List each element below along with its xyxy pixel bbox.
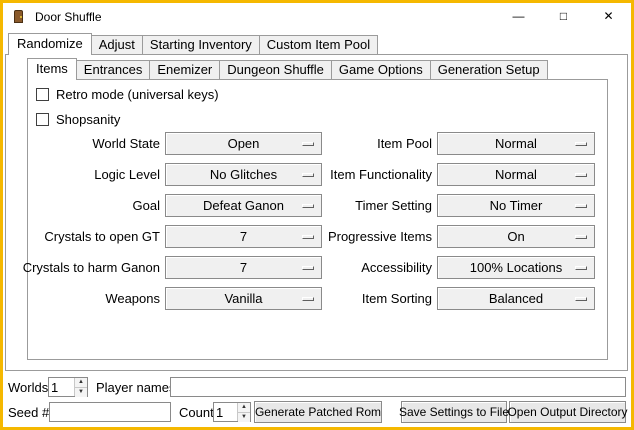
dropdown-indicator-icon: [575, 297, 587, 301]
worlds-spinner: ▲ ▼: [48, 377, 88, 397]
tab-game-options[interactable]: Game Options: [331, 60, 431, 79]
spin-up-icon[interactable]: ▲: [75, 378, 87, 387]
timer-setting-dropdown[interactable]: No Timer: [437, 194, 595, 217]
tab-items[interactable]: Items: [27, 58, 77, 80]
accessibility-label: Accessibility: [291, 260, 432, 275]
weapons-label: Weapons: [13, 291, 160, 306]
checkbox-icon[interactable]: [36, 88, 49, 101]
crystals-harm-ganon-label: Crystals to harm Ganon: [13, 260, 160, 275]
accessibility-dropdown[interactable]: 100% Locations: [437, 256, 595, 279]
spin-up-icon[interactable]: ▲: [238, 403, 250, 412]
dropdown-indicator-icon: [575, 204, 587, 208]
crystals-open-gt-label: Crystals to open GT: [13, 229, 160, 244]
seed-input[interactable]: [49, 402, 171, 422]
item-functionality-dropdown[interactable]: Normal: [437, 163, 595, 186]
dropdown-indicator-icon: [575, 173, 587, 177]
tab-dungeon-shuffle[interactable]: Dungeon Shuffle: [219, 60, 332, 79]
close-button[interactable]: ✕: [586, 3, 631, 30]
checkbox-icon[interactable]: [36, 113, 49, 126]
spin-down-icon[interactable]: ▼: [75, 387, 87, 397]
count-input[interactable]: [214, 403, 237, 421]
worlds-label: Worlds: [8, 380, 48, 395]
item-functionality-label: Item Functionality: [291, 167, 432, 182]
window-controls: — □ ✕: [496, 3, 631, 30]
dropdown-indicator-icon: [575, 142, 587, 146]
minimize-button[interactable]: —: [496, 3, 541, 30]
seed-label: Seed #: [8, 405, 49, 420]
shopsanity-label: Shopsanity: [56, 112, 120, 127]
dropdown-indicator-icon: [575, 235, 587, 239]
spin-down-icon[interactable]: ▼: [238, 412, 250, 422]
world-state-label: World State: [13, 136, 160, 151]
item-pool-dropdown[interactable]: Normal: [437, 132, 595, 155]
door-shuffle-window: Door Shuffle — □ ✕ Randomize Adjust Star…: [0, 0, 634, 430]
main-tab-bar: Randomize Adjust Starting Inventory Cust…: [8, 33, 378, 55]
shopsanity-checkbox[interactable]: Shopsanity: [36, 112, 120, 127]
window-title: Door Shuffle: [35, 10, 102, 24]
item-sorting-dropdown[interactable]: Balanced: [437, 287, 595, 310]
goal-label: Goal: [13, 198, 160, 213]
randomize-sub-tab-bar: Items Entrances Enemizer Dungeon Shuffle…: [27, 58, 548, 80]
progressive-items-dropdown[interactable]: On: [437, 225, 595, 248]
retro-mode-label: Retro mode (universal keys): [56, 87, 219, 102]
titlebar[interactable]: Door Shuffle — □ ✕: [3, 3, 631, 30]
logic-level-label: Logic Level: [13, 167, 160, 182]
tab-starting-inventory[interactable]: Starting Inventory: [142, 35, 260, 54]
worlds-input[interactable]: [49, 378, 74, 396]
tab-randomize[interactable]: Randomize: [8, 33, 92, 55]
tab-enemizer[interactable]: Enemizer: [149, 60, 220, 79]
tab-entrances[interactable]: Entrances: [76, 60, 151, 79]
dropdown-indicator-icon: [575, 266, 587, 270]
count-label: Count: [179, 405, 214, 420]
tab-adjust[interactable]: Adjust: [91, 35, 143, 54]
app-icon: [11, 9, 26, 24]
tab-generation-setup[interactable]: Generation Setup: [430, 60, 548, 79]
maximize-button[interactable]: □: [541, 3, 586, 30]
count-spinner: ▲ ▼: [213, 402, 251, 422]
item-sorting-label: Item Sorting: [291, 291, 432, 306]
progressive-items-label: Progressive Items: [291, 229, 432, 244]
player-names-label: Player names: [96, 380, 175, 395]
generate-patched-rom-button[interactable]: Generate Patched Rom: [254, 401, 382, 423]
open-output-directory-button[interactable]: Open Output Directory: [509, 401, 626, 423]
player-names-input[interactable]: [170, 377, 626, 397]
item-pool-label: Item Pool: [291, 136, 432, 151]
timer-setting-label: Timer Setting: [291, 198, 432, 213]
tab-custom-item-pool[interactable]: Custom Item Pool: [259, 35, 378, 54]
save-settings-button[interactable]: Save Settings to File: [401, 401, 507, 423]
retro-mode-checkbox[interactable]: Retro mode (universal keys): [36, 87, 219, 102]
